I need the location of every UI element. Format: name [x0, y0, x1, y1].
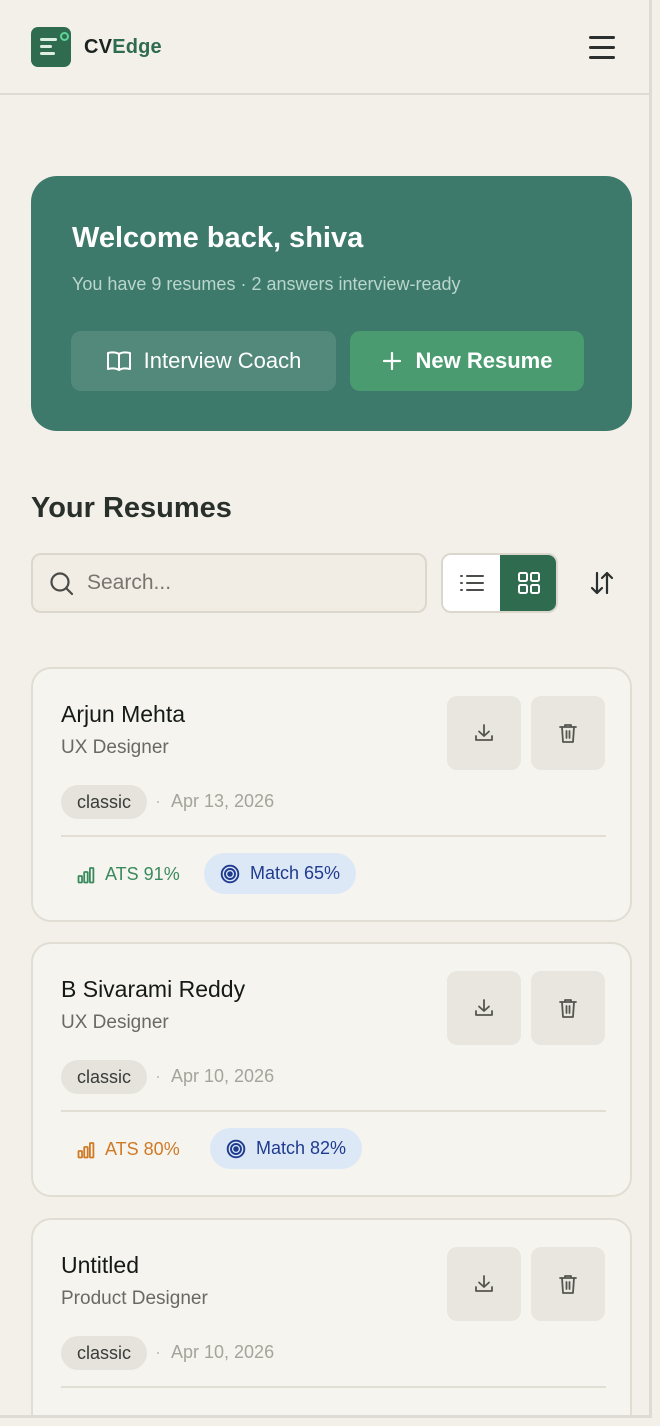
download-button[interactable] [447, 696, 521, 770]
download-icon [475, 1275, 493, 1292]
ats-score: ATS 91% [77, 864, 180, 885]
template-badge: classic [61, 1060, 148, 1094]
interview-coach-button[interactable]: Interview Coach [71, 331, 336, 391]
brand-name[interactable]: CVEdge [84, 36, 162, 59]
resume-role: UX Designer [61, 1012, 169, 1033]
download-icon [475, 999, 493, 1016]
target-icon [226, 1139, 246, 1158]
match-label: Match 65% [250, 863, 341, 883]
card-divider [61, 1386, 606, 1388]
interview-coach-label: Interview Coach [143, 348, 302, 373]
delete-button[interactable] [531, 696, 605, 770]
ats-score-label: ATS 80% [105, 1139, 180, 1159]
delete-button[interactable] [531, 971, 605, 1045]
app-screen: CVEdge Welcome back, shiva You have 9 re… [0, 0, 652, 1418]
trash-icon [559, 1275, 577, 1294]
view-mode-toggle [441, 553, 558, 613]
trash-icon [559, 999, 577, 1018]
logo-icon[interactable] [31, 27, 71, 67]
top-navbar: CVEdge [0, 0, 649, 95]
welcome-title: Welcome back, shiva [72, 222, 364, 254]
grid-icon [517, 572, 540, 594]
welcome-card: Welcome back, shiva You have 9 resumes ·… [31, 176, 632, 431]
list-icon [459, 575, 484, 591]
brand-cv: CV [84, 36, 113, 58]
template-badge: classic [61, 785, 148, 819]
resume-role: Product Designer [61, 1288, 208, 1309]
search-icon [50, 572, 74, 596]
plus-icon [382, 351, 401, 371]
search-input[interactable] [87, 565, 407, 601]
resume-card[interactable]: Untitled Product Designer classic · Apr 1… [31, 1218, 632, 1415]
date-text: Apr 13, 2026 [171, 791, 275, 811]
ats-score-label: ATS 91% [105, 864, 180, 884]
resume-name: B Sivarami Reddy [61, 976, 246, 1002]
your-resumes-heading: Your Resumes [31, 492, 232, 524]
date-text: Apr 10, 2026 [171, 1342, 275, 1362]
hamburger-menu-icon[interactable] [583, 30, 621, 64]
bar-chart-icon [77, 866, 95, 883]
delete-button[interactable] [531, 1247, 605, 1321]
resume-date: · Apr 10, 2026 [155, 1066, 275, 1086]
download-icon [475, 724, 493, 741]
resume-name: Untitled [61, 1252, 139, 1278]
ats-score: ATS 80% [77, 1139, 180, 1160]
resume-date: · Apr 13, 2026 [155, 791, 275, 811]
card-divider [61, 835, 606, 837]
resume-date: · Apr 10, 2026 [155, 1342, 275, 1362]
match-label: Match 82% [256, 1138, 347, 1158]
list-view-button[interactable] [443, 555, 500, 611]
match-badge: Match 65% [204, 853, 357, 894]
welcome-subtitle: You have 9 resumes · 2 answers interview… [72, 274, 461, 294]
target-icon [220, 864, 240, 883]
new-resume-label: New Resume [415, 348, 553, 373]
resume-card[interactable]: Arjun Mehta UX Designer classic · Apr 13,… [31, 667, 632, 922]
sort-button[interactable] [580, 560, 624, 606]
download-button[interactable] [447, 1247, 521, 1321]
brand-edge: Edge [112, 36, 162, 58]
match-badge: Match 82% [210, 1128, 363, 1169]
card-divider [61, 1110, 606, 1112]
sort-arrows-icon [590, 571, 614, 595]
download-button[interactable] [447, 971, 521, 1045]
trash-icon [559, 724, 577, 743]
resume-card[interactable]: B Sivarami Reddy UX Designer classic · Ap… [31, 942, 632, 1197]
book-open-icon [106, 351, 131, 371]
new-resume-button[interactable]: New Resume [350, 331, 584, 391]
bar-chart-icon [77, 1141, 95, 1158]
grid-view-button[interactable] [500, 555, 556, 611]
search-box [31, 553, 427, 613]
template-badge: classic [61, 1336, 148, 1370]
resume-role: UX Designer [61, 737, 169, 758]
resume-name: Arjun Mehta [61, 701, 186, 727]
date-text: Apr 10, 2026 [171, 1066, 275, 1086]
